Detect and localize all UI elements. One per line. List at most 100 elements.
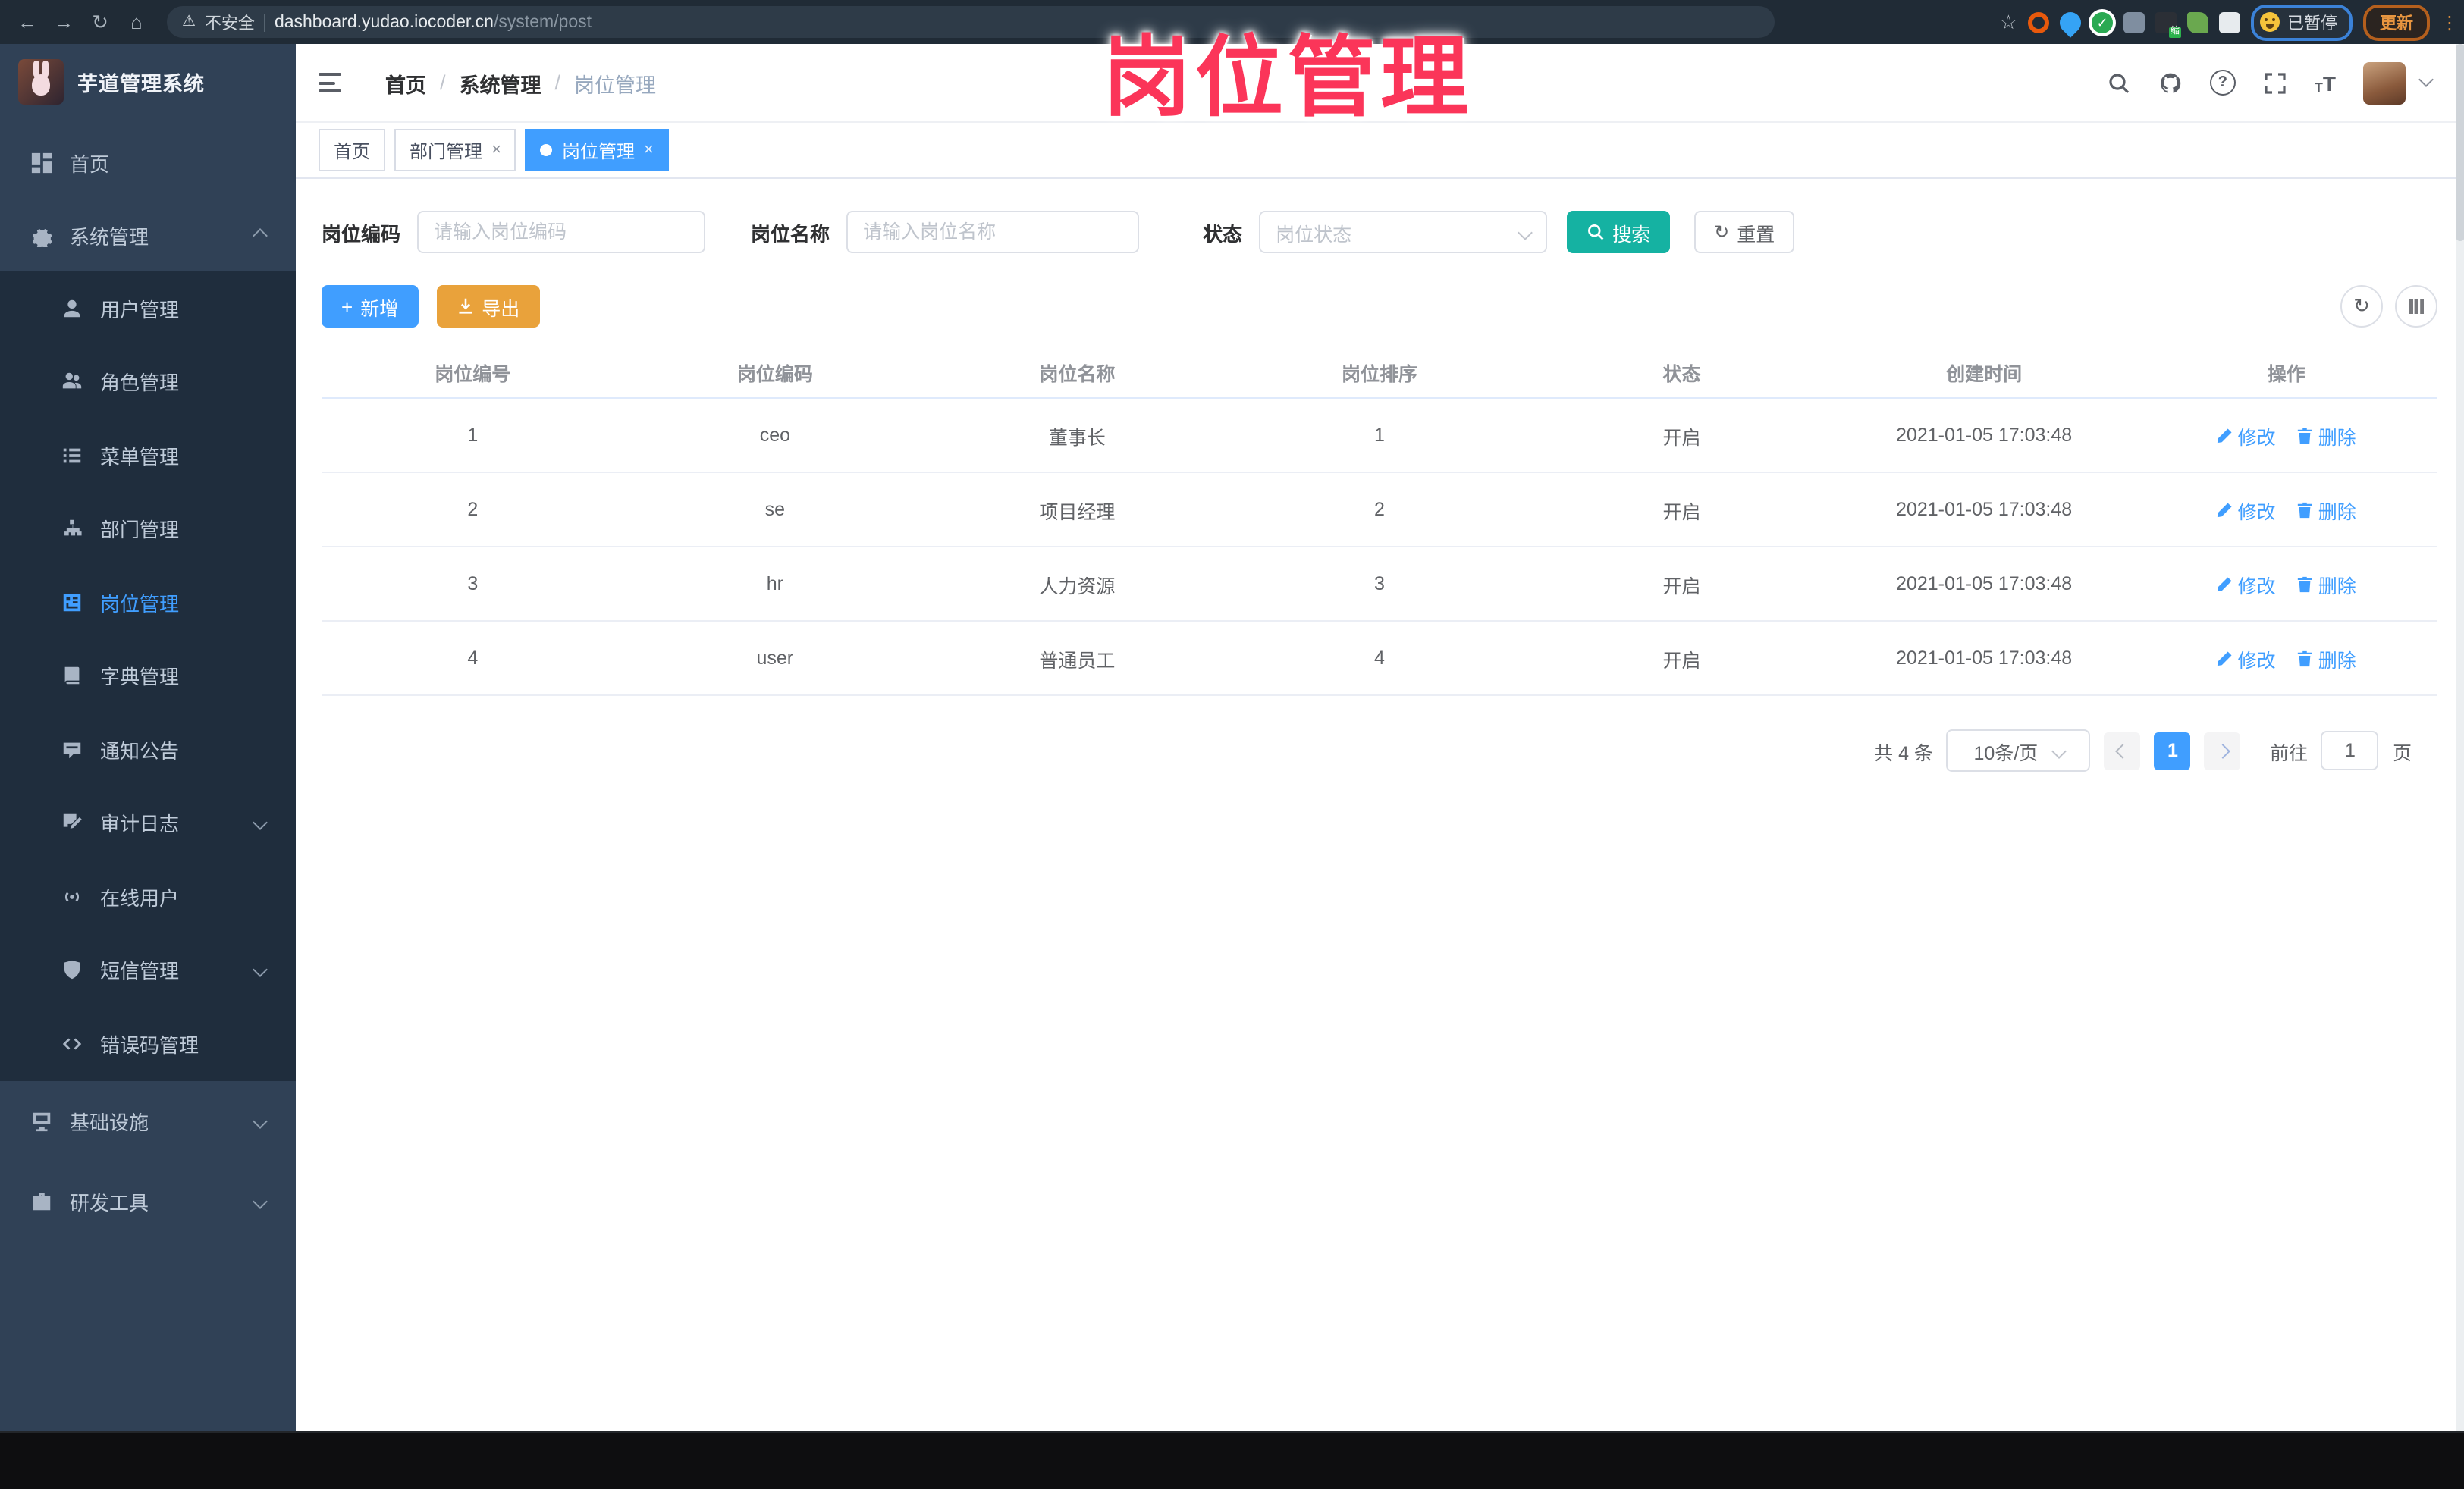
extension-check-icon[interactable]: ✓ xyxy=(2092,11,2113,33)
columns-icon xyxy=(2409,299,2424,314)
log-edit-icon xyxy=(59,811,83,835)
emoji-face-icon xyxy=(2260,12,2280,32)
sidebar-item-online-users[interactable]: 在线用户 xyxy=(0,860,296,933)
edit-link[interactable]: 修改 xyxy=(2217,644,2276,672)
hamburger-icon[interactable] xyxy=(296,73,373,92)
breadcrumb-system[interactable]: 系统管理 xyxy=(460,67,541,98)
bookmark-star-icon[interactable]: ☆ xyxy=(2000,10,2017,34)
goto-page-input[interactable] xyxy=(2321,731,2379,770)
breadcrumb-home[interactable]: 首页 xyxy=(385,67,426,98)
tag-label: 首页 xyxy=(334,140,371,161)
table-row: 2 se 项目经理 2 开启 2021-01-05 17:03:48 修改 删除 xyxy=(322,473,2437,547)
cell-code: user xyxy=(756,647,794,669)
page-content: 岗位编码 岗位名称 状态 岗位状态 搜索 ↻ 重置 xyxy=(296,179,2464,1433)
cell-time: 2021-01-05 17:03:48 xyxy=(1896,425,2073,446)
sidebar-item-errorcode-management[interactable]: 错误码管理 xyxy=(0,1007,296,1080)
help-icon[interactable]: ? xyxy=(2209,70,2236,96)
tag-home[interactable]: 首页 xyxy=(319,129,386,171)
edit-link[interactable]: 修改 xyxy=(2217,569,2276,598)
scrollbar[interactable] xyxy=(2456,44,2464,1433)
close-icon[interactable]: × xyxy=(491,141,501,158)
sidebar-item-label: 字典管理 xyxy=(100,666,180,689)
status-select[interactable]: 岗位状态 xyxy=(1259,211,1548,253)
post-name-input[interactable] xyxy=(846,211,1140,253)
post-code-input[interactable] xyxy=(417,211,706,253)
delete-link[interactable]: 删除 xyxy=(2297,569,2356,598)
sidebar-group-infrastructure[interactable]: 基础设施 xyxy=(0,1080,296,1161)
extension-orange-icon[interactable] xyxy=(2028,11,2049,33)
edit-link[interactable]: 修改 xyxy=(2217,495,2276,524)
cell-actions: 修改 删除 xyxy=(2135,421,2437,450)
extension-gray-icon[interactable] xyxy=(2123,11,2145,33)
next-page-button[interactable] xyxy=(2204,732,2241,770)
scrollbar-thumb[interactable] xyxy=(2456,44,2464,241)
cell-sort: 4 xyxy=(1374,647,1385,669)
forward-icon[interactable]: → xyxy=(49,7,79,37)
sidebar-item-home[interactable]: 首页 xyxy=(0,126,296,199)
extensions-puzzle-icon[interactable] xyxy=(2219,11,2240,33)
reload-icon[interactable]: ↻ xyxy=(85,7,115,37)
sidebar-group-system[interactable]: 系统管理 xyxy=(0,199,296,271)
chevron-down-icon xyxy=(253,1193,268,1208)
delete-link[interactable]: 删除 xyxy=(2297,421,2356,450)
caret-down-icon[interactable] xyxy=(2418,72,2434,87)
column-settings-button[interactable] xyxy=(2395,285,2437,328)
sidebar-item-audit-log[interactable]: 审计日志 xyxy=(0,786,296,860)
sidebar-item-notice[interactable]: 通知公告 xyxy=(0,713,296,786)
page-number-1[interactable]: 1 xyxy=(2154,732,2191,770)
browser-menu-icon[interactable]: ⋮ xyxy=(2440,13,2459,31)
online-signal-icon xyxy=(59,885,83,909)
sidebar-item-dept-management[interactable]: 部门管理 xyxy=(0,492,296,566)
table-row: 4 user 普通员工 4 开启 2021-01-05 17:03:48 修改 … xyxy=(322,622,2437,696)
sidebar-item-post-management[interactable]: 岗位管理 xyxy=(0,566,296,639)
edit-link[interactable]: 修改 xyxy=(2217,421,2276,450)
sidebar-item-dict-management[interactable]: 字典管理 xyxy=(0,639,296,713)
paused-badge[interactable]: 已暂停 xyxy=(2251,4,2353,40)
page-size-select[interactable]: 10条/页 xyxy=(1946,729,2091,772)
url-host: dashboard.yudao.iocoder.cn xyxy=(274,13,494,31)
reset-button[interactable]: ↻ 重置 xyxy=(1694,211,1795,253)
edit-icon xyxy=(2218,650,2233,666)
extension-dark-icon[interactable]: 缩 xyxy=(2155,11,2181,37)
address-bar[interactable]: ⚠ 不安全 dashboard.yudao.iocoder.cn/system/… xyxy=(167,6,1775,38)
extension-green-icon[interactable] xyxy=(2187,11,2208,33)
sidebar-item-label: 岗位管理 xyxy=(100,592,180,616)
export-button[interactable]: 导出 xyxy=(436,285,540,328)
cell-id: 2 xyxy=(467,499,479,520)
close-icon[interactable]: × xyxy=(644,141,654,158)
update-button[interactable]: 更新 xyxy=(2363,4,2430,40)
cell-name: 董事长 xyxy=(1048,427,1106,448)
url-text: dashboard.yudao.iocoder.cn/system/post xyxy=(275,13,592,31)
tag-post[interactable]: 岗位管理 × xyxy=(525,129,669,171)
cell-time: 2021-01-05 17:03:48 xyxy=(1896,647,2073,669)
col-header: 状态 xyxy=(1662,364,1701,385)
home-icon[interactable]: ⌂ xyxy=(121,7,152,37)
screen: ← → ↻ ⌂ ⚠ 不安全 dashboard.yudao.iocoder.cn… xyxy=(0,0,2464,1489)
sidebar-item-user-management[interactable]: 用户管理 xyxy=(0,271,296,345)
sidebar-item-label: 菜单管理 xyxy=(100,445,180,469)
sidebar-item-sms-management[interactable]: 短信管理 xyxy=(0,933,296,1007)
tag-dept[interactable]: 部门管理 × xyxy=(394,129,516,171)
back-icon[interactable]: ← xyxy=(12,7,42,37)
sidebar-group-devtools[interactable]: 研发工具 xyxy=(0,1161,296,1241)
extension-pin-icon[interactable] xyxy=(2055,7,2086,37)
app-logo-row[interactable]: 芋道管理系统 xyxy=(0,44,296,117)
delete-link[interactable]: 删除 xyxy=(2297,644,2356,672)
search-icon[interactable] xyxy=(2107,71,2131,95)
avatar[interactable] xyxy=(2363,61,2406,104)
sidebar-item-role-management[interactable]: 角色管理 xyxy=(0,345,296,418)
prev-page-button[interactable] xyxy=(2104,732,2141,770)
refresh-button[interactable]: ↻ xyxy=(2340,285,2383,328)
github-icon[interactable] xyxy=(2158,71,2183,95)
font-size-icon[interactable]: TT xyxy=(2315,71,2336,95)
fullscreen-icon[interactable] xyxy=(2263,71,2287,95)
chevron-up-icon xyxy=(253,227,268,243)
delete-link[interactable]: 删除 xyxy=(2297,495,2356,524)
cell-name: 项目经理 xyxy=(1039,501,1116,522)
toolbar: + 新增 导出 ↻ xyxy=(322,285,2437,328)
sidebar-item-menu-management[interactable]: 菜单管理 xyxy=(0,418,296,492)
chevron-down-icon xyxy=(253,962,268,978)
search-button[interactable]: 搜索 xyxy=(1567,211,1671,253)
reset-button-label: 重置 xyxy=(1737,224,1775,245)
add-button[interactable]: + 新增 xyxy=(322,285,419,328)
